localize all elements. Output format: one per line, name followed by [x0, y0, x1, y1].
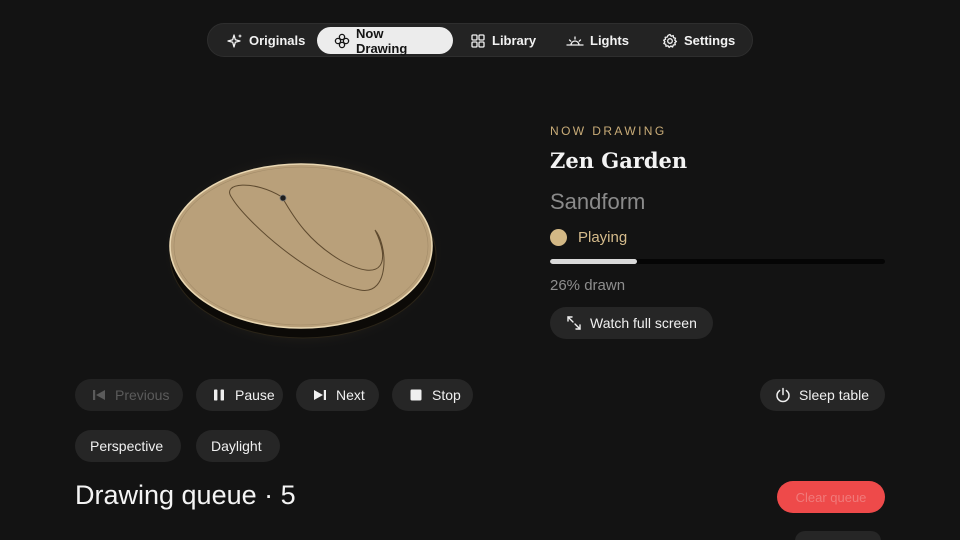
watch-full-screen-label: Watch full screen	[590, 315, 697, 331]
previous-button[interactable]: Previous	[75, 379, 183, 411]
daylight-label: Daylight	[211, 438, 262, 454]
sleep-table-button[interactable]: Sleep table	[760, 379, 885, 411]
pause-button[interactable]: Pause	[196, 379, 283, 411]
pause-icon	[211, 387, 227, 403]
nav-library[interactable]: Library	[470, 27, 536, 54]
power-icon	[775, 387, 791, 403]
top-navigation: Originals Now Drawing Library Lights Set…	[207, 23, 753, 57]
daylight-button[interactable]: Daylight	[196, 430, 280, 462]
previous-label: Previous	[115, 387, 170, 403]
status-label: Playing	[578, 229, 628, 246]
queue-action-button-partial[interactable]	[795, 531, 881, 540]
artist-name: Sandform	[550, 189, 646, 214]
knot-icon	[334, 33, 350, 49]
now-drawing-eyebrow: NOW DRAWING	[550, 124, 667, 138]
next-label: Next	[336, 387, 365, 403]
nav-settings-label: Settings	[684, 33, 736, 48]
status-dot	[550, 229, 567, 246]
stop-button[interactable]: Stop	[392, 379, 473, 411]
sunrise-icon	[566, 33, 584, 49]
progress-text: 26% drawn	[550, 277, 626, 294]
skip-back-icon	[91, 387, 107, 403]
gear-icon	[662, 33, 678, 49]
drawing-title: Zen Garden	[550, 148, 688, 173]
watch-full-screen-button[interactable]: Watch full screen	[550, 307, 713, 339]
nav-now-drawing[interactable]: Now Drawing	[317, 25, 453, 56]
next-button[interactable]: Next	[296, 379, 379, 411]
stop-label: Stop	[432, 387, 461, 403]
perspective-label: Perspective	[90, 438, 164, 454]
queue-title: Drawing queue · 5	[75, 480, 296, 510]
nav-now-drawing-label: Now Drawing	[356, 25, 408, 56]
sleep-table-label: Sleep table	[799, 387, 870, 403]
nav-lights[interactable]: Lights	[566, 27, 629, 54]
grid-icon	[470, 33, 486, 49]
clear-queue-label: Clear queue	[795, 489, 867, 505]
nav-settings[interactable]: Settings	[662, 27, 735, 54]
sparkle-icon	[227, 33, 243, 49]
progress-fill	[550, 259, 638, 264]
pause-label: Pause	[235, 387, 275, 403]
perspective-button[interactable]: Perspective	[75, 430, 181, 462]
nav-originals-label: Originals	[249, 33, 306, 48]
nav-lights-label: Lights	[590, 33, 629, 48]
skip-forward-icon	[312, 387, 328, 403]
nav-originals[interactable]: Originals	[227, 27, 305, 54]
stop-icon	[408, 387, 424, 403]
nav-library-label: Library	[492, 33, 537, 48]
sand-table-illustration	[160, 150, 450, 360]
progress-bar[interactable]	[550, 259, 885, 264]
playback-status: Playing	[550, 229, 627, 246]
clear-queue-button[interactable]: Clear queue	[777, 481, 885, 513]
expand-icon	[566, 315, 582, 331]
